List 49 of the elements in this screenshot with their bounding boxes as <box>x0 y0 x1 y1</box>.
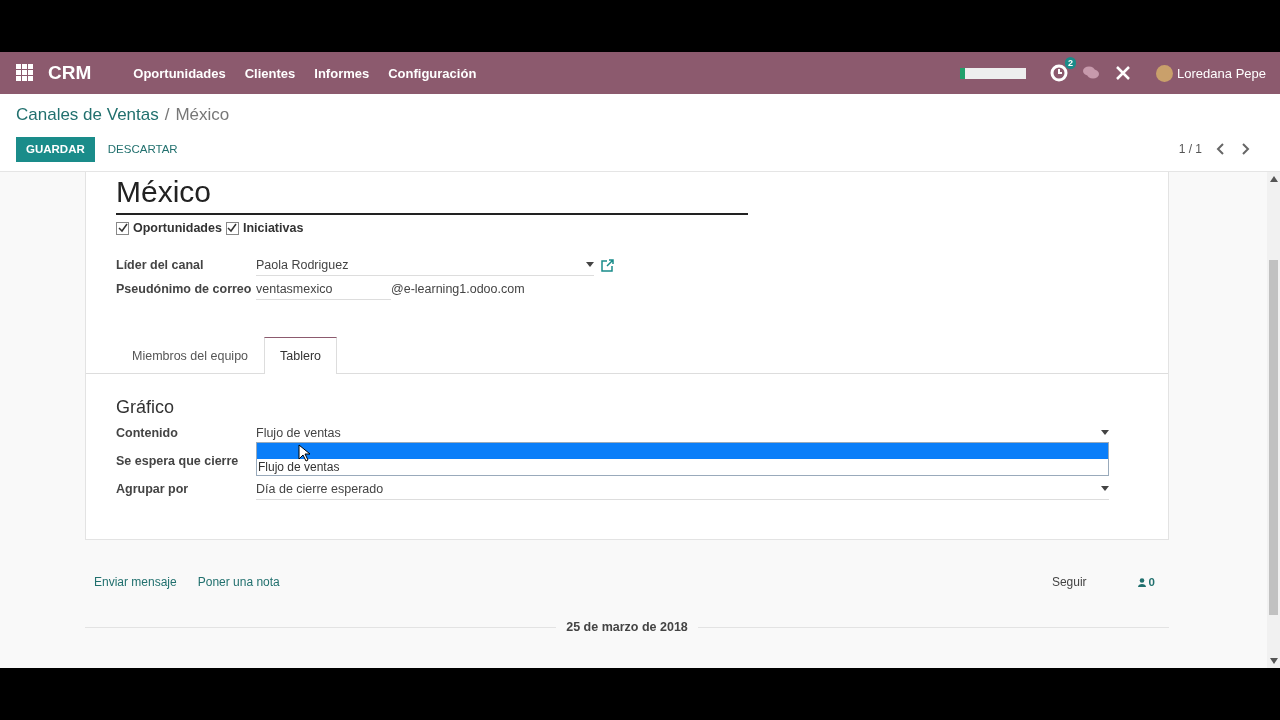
field-label: Líder del canal <box>116 258 205 272</box>
next-icon[interactable] <box>1240 143 1250 155</box>
checkbox[interactable] <box>116 221 129 235</box>
select-field[interactable]: Día de cierre esperado <box>256 478 1109 500</box>
apps-menu-icon[interactable] <box>16 64 34 82</box>
app-name: CRM <box>48 62 92 84</box>
menu-item[interactable]: Clientes <box>244 65 296 81</box>
chatter-link[interactable]: Poner una nota <box>197 575 280 589</box>
breadcrumb-separator: / <box>164 105 170 125</box>
previous-icon[interactable] <box>1216 143 1226 155</box>
follow-button[interactable]: Seguir <box>1045 574 1093 590</box>
user-name[interactable]: Loredana Pepe <box>1177 65 1266 81</box>
field-label: Pseudónimo de correo <box>116 282 253 296</box>
select-field[interactable]: Paola Rodriguez <box>256 254 594 276</box>
external-link-icon[interactable] <box>601 258 614 272</box>
tab[interactable]: Miembros del equipo <box>116 337 265 373</box>
caret-icon[interactable] <box>1101 430 1109 435</box>
activity-count: 2 <box>1065 57 1077 69</box>
save-button[interactable]: GUARDAR <box>16 136 95 162</box>
input-field[interactable]: ventasmexico <box>256 278 391 300</box>
scroll-down-icon[interactable] <box>1269 658 1278 664</box>
pager: 1 / 1 <box>1178 142 1202 156</box>
date-separator: 25 de marzo de 2018 <box>566 620 688 634</box>
chatter-link[interactable]: Enviar mensaje <box>94 575 177 589</box>
alias-domain: @e-learning1.odoo.com <box>391 282 525 296</box>
followers-button[interactable]: 0 <box>1137 576 1155 588</box>
tools-icon[interactable] <box>1114 64 1133 82</box>
breadcrumb-current: México <box>175 105 230 125</box>
menu-item[interactable]: Oportunidades <box>133 65 226 81</box>
progress-indicator <box>960 67 1027 79</box>
checkbox-label: Oportunidades <box>133 221 222 235</box>
checkbox[interactable] <box>225 221 239 235</box>
scroll-up-icon[interactable] <box>1269 176 1278 182</box>
menu-item[interactable]: Configuración <box>388 65 477 81</box>
breadcrumb-link[interactable]: Canales de Ventas <box>16 105 159 125</box>
menu-item[interactable]: Informes <box>314 65 370 81</box>
field-label: Agrupar por <box>116 482 190 496</box>
field-label: Contenido <box>116 426 179 440</box>
record-title[interactable]: México <box>116 175 748 215</box>
caret-icon[interactable] <box>1101 486 1109 491</box>
caret-icon[interactable] <box>586 262 594 267</box>
checkbox-label: Iniciativas <box>242 221 304 235</box>
scrollbar-thumb[interactable] <box>1269 260 1278 615</box>
field-label: Se espera que cierre <box>116 454 240 468</box>
discard-button[interactable]: DESCARTAR <box>94 143 191 155</box>
clock-icon[interactable] <box>1050 64 1069 82</box>
dropdown-option[interactable]: Flujo de ventas <box>257 459 1108 475</box>
tab[interactable]: Tablero <box>264 337 338 374</box>
section-title: Gráfico <box>116 397 176 418</box>
